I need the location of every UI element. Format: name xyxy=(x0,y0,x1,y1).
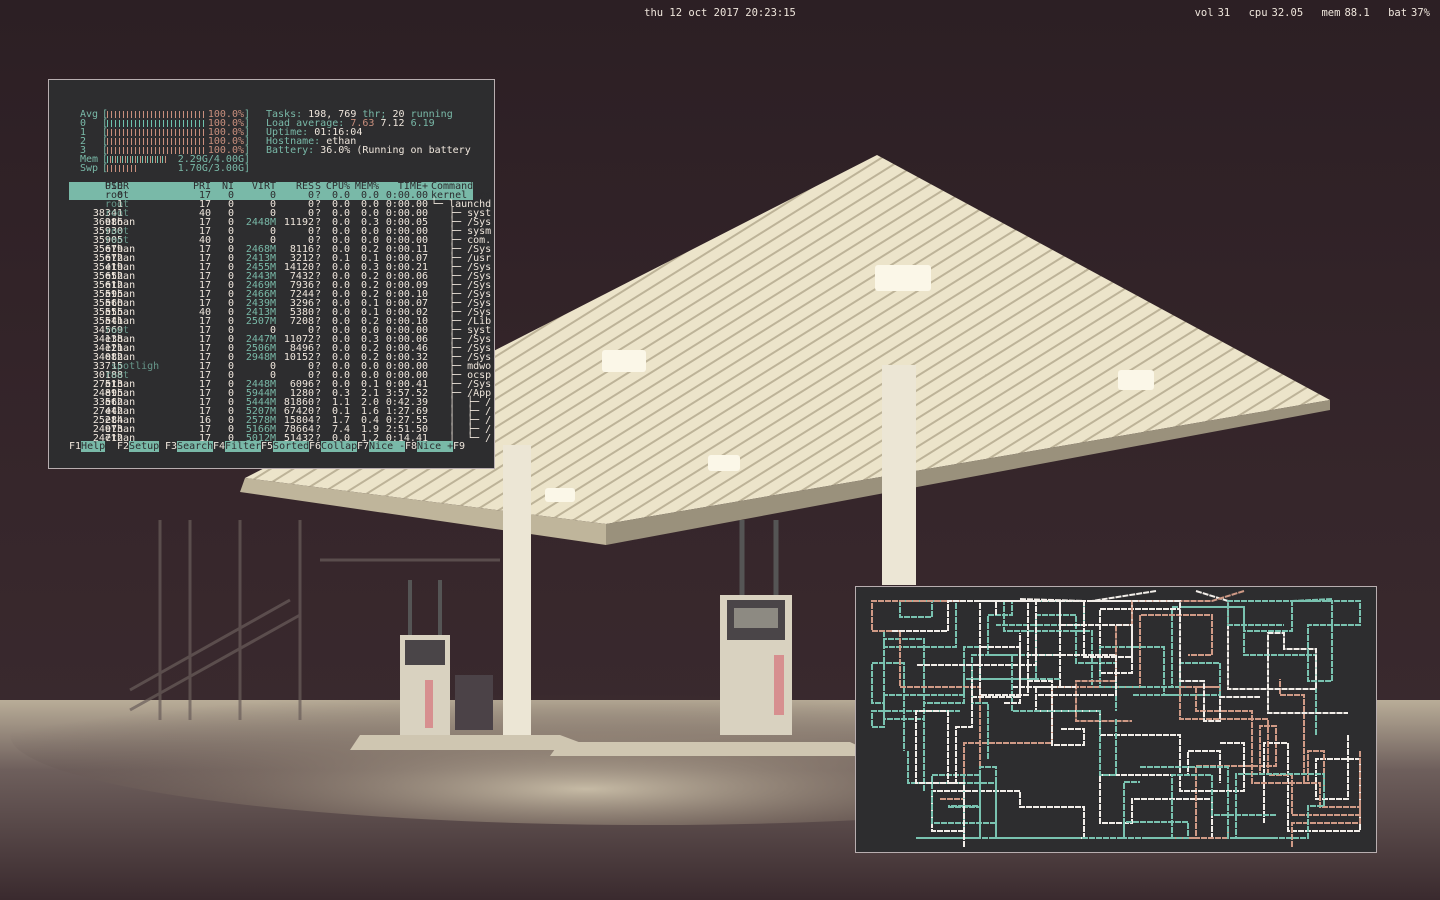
fkey-key: F8 xyxy=(405,441,418,452)
fkey-key: F7 xyxy=(357,441,370,452)
fkey-setup[interactable]: F2Setup xyxy=(117,441,165,452)
pipe-segment xyxy=(1123,774,1276,839)
fkey-label: Collap xyxy=(321,441,358,452)
meter-bar xyxy=(107,156,167,163)
fkey-label: Filter xyxy=(225,441,262,452)
fkey-key: F6 xyxy=(309,441,322,452)
meter-label: Swp xyxy=(80,163,99,174)
process-table[interactable]: PID USER PRI NI VIRT RES S CPU% MEM% TIME+ Command… xyxy=(69,182,491,444)
volume-status[interactable]: vol 31 xyxy=(1195,7,1231,19)
pipe-segment xyxy=(1099,750,1221,839)
meter-bar xyxy=(107,120,207,127)
meter-bar xyxy=(107,111,207,118)
meter-bar xyxy=(107,129,207,136)
fkey-key: F4 xyxy=(213,441,226,452)
battery-status: bat 37% xyxy=(1388,7,1430,19)
fkey-collap[interactable]: F6Collap xyxy=(309,441,358,452)
fkey-label: Nice - xyxy=(369,441,406,452)
fkey-label: Search xyxy=(177,441,214,452)
clock-display: thu 12 oct 2017 20:23:15 xyxy=(644,7,796,19)
fkey-nice-[interactable]: F7Nice - xyxy=(357,441,406,452)
htop-terminal-window[interactable]: Avg[100.0%] 0[100.0%] 1[100.0%] 2[100.0%] 3[… xyxy=(48,79,495,469)
top-status-bar: thu 12 oct 2017 20:23:15 vol 31 cpu 32.05 … xyxy=(0,0,1440,26)
cpu-memory-meters: Avg[100.0%] 0[100.0%] 1[100.0%] 2[100.0%] 3[… xyxy=(80,110,250,174)
pipe-segment xyxy=(1091,590,1260,722)
fkey-sorted[interactable]: F5Sorted xyxy=(261,441,310,452)
swap-meter: Swp[1.70G/3.00G] xyxy=(80,163,250,174)
cpu-status: cpu 32.05 xyxy=(1248,7,1304,19)
fkey-label: Help xyxy=(81,441,106,452)
meter-bar xyxy=(107,138,207,145)
pipe-segment xyxy=(1140,766,1325,839)
pipe-segment xyxy=(883,600,957,648)
system-status: vol 31 cpu 32.05 mem 88.1 bat 37% xyxy=(1183,0,1430,26)
meter-value: 1.70G/3.00G xyxy=(177,163,244,174)
fkey-key: F1 xyxy=(69,441,82,452)
fkey-search[interactable]: F3Search xyxy=(165,441,214,452)
pipe-segment xyxy=(1012,600,1180,688)
fkey-label: Setup xyxy=(129,441,160,452)
fkey-key: F9 xyxy=(453,441,466,452)
pipe-segment xyxy=(1003,601,1317,735)
fkey-key: F3 xyxy=(165,441,178,452)
fkey-label: Sorted xyxy=(273,441,310,452)
fkey-help[interactable]: F1Help xyxy=(69,441,117,452)
pipe-segment xyxy=(1291,598,1361,682)
pipes-terminal-window[interactable] xyxy=(855,586,1377,853)
fkey-key: F5 xyxy=(261,441,274,452)
meter-bracket: ] xyxy=(243,163,250,174)
memory-status: mem 88.1 xyxy=(1321,7,1370,19)
system-summary: Tasks: 198, 769 thr; 20 running Load ave… xyxy=(266,109,471,156)
pipes-animation xyxy=(871,590,1361,847)
pipe-segment xyxy=(907,751,1076,839)
fkey-filter[interactable]: F4Filter xyxy=(213,441,262,452)
fkey-f9[interactable]: F9 xyxy=(453,441,473,452)
meter-bar xyxy=(107,165,137,172)
pipe-segment xyxy=(971,654,1117,776)
function-key-bar: F1Help F2Setup F3SearchF4FilterF5SortedF6C… xyxy=(69,441,473,452)
fkey-nice-[interactable]: F8Nice + xyxy=(405,441,454,452)
fkey-key: F2 xyxy=(117,441,130,452)
meter-bar xyxy=(107,147,207,154)
fkey-label: Nice + xyxy=(417,441,454,452)
pipe-segment xyxy=(948,766,1140,839)
